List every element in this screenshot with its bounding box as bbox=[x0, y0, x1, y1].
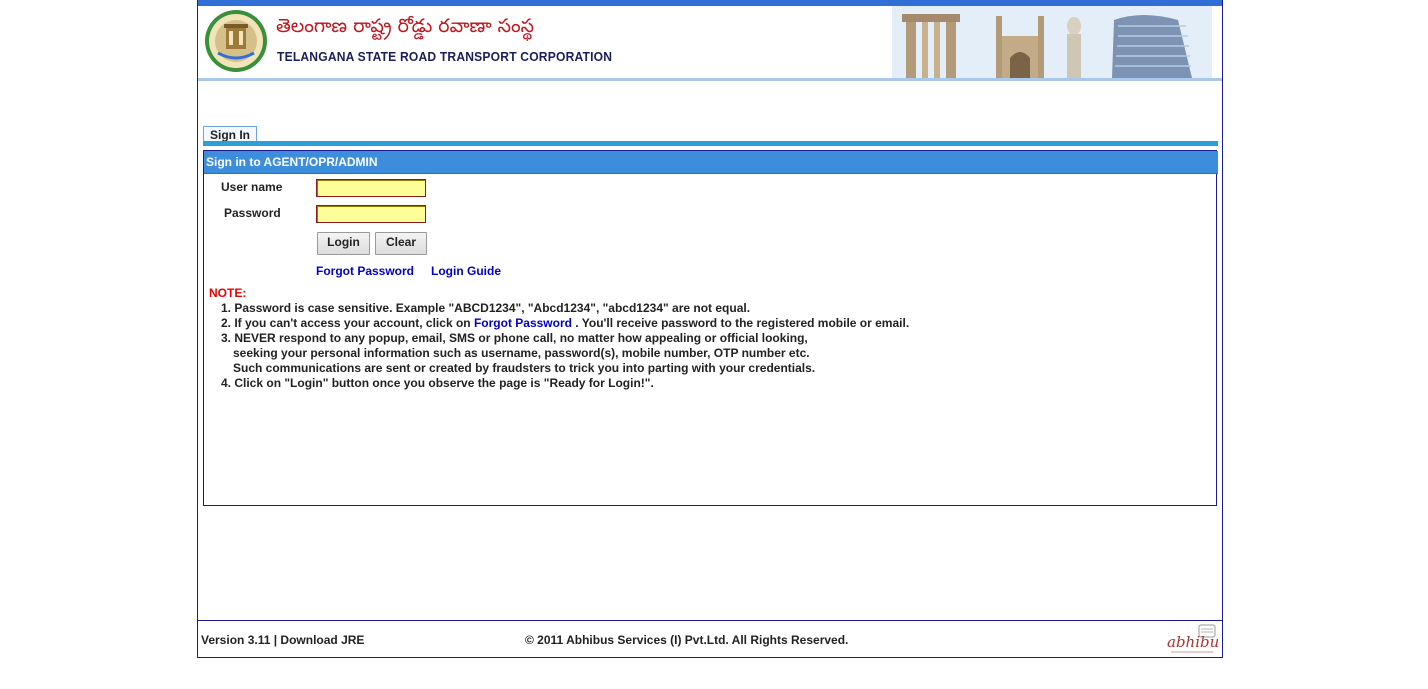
version-text: Version 3.11 bbox=[201, 633, 271, 647]
abhibus-logo-text: abhibus bbox=[1167, 633, 1219, 651]
panel-title: Sign in to AGENT/OPR/ADMIN bbox=[204, 151, 1218, 174]
footer-version: Version 3.11 | Download JRE bbox=[201, 633, 364, 647]
footer-separator: | bbox=[270, 633, 281, 647]
username-input[interactable] bbox=[316, 179, 426, 197]
note-item: 2. If you can't access your account, cli… bbox=[221, 316, 909, 331]
note-item-continued: seeking your personal information such a… bbox=[233, 346, 810, 360]
sign-in-panel: Sign in to AGENT/OPR/ADMIN User name Pas… bbox=[203, 150, 1218, 506]
abhibus-logo: abhibus bbox=[1167, 624, 1219, 653]
password-input[interactable] bbox=[316, 205, 426, 223]
note-text: 2. If you can't access your account, cli… bbox=[221, 316, 474, 330]
username-label: User name bbox=[221, 180, 283, 194]
note-title: NOTE: bbox=[209, 286, 247, 300]
note-item: 4. Click on "Login" button once you obse… bbox=[221, 376, 654, 390]
note-item: 1. Password is case sensitive. Example "… bbox=[221, 301, 751, 315]
note-item: 3. NEVER respond to any popup, email, SM… bbox=[221, 331, 808, 345]
clear-button[interactable]: Clear bbox=[375, 232, 427, 255]
copyright-text: © 2011 Abhibus Services (I) Pvt.Ltd. All… bbox=[525, 633, 849, 647]
tsrtc-seal-logo bbox=[205, 10, 267, 72]
landmarks-banner-image bbox=[892, 6, 1212, 78]
download-jre-link[interactable]: Download JRE bbox=[280, 633, 364, 647]
telugu-title: తెలంగాణ రాష్ట్ర రోడ్డు రవాణా సంస్థ bbox=[276, 15, 534, 37]
footer-divider bbox=[198, 620, 1222, 621]
header-divider bbox=[198, 78, 1222, 81]
login-guide-link[interactable]: Login Guide bbox=[431, 264, 501, 278]
notes-list: 1. Password is case sensitive. Example "… bbox=[221, 301, 909, 391]
forgot-password-link[interactable]: Forgot Password bbox=[316, 264, 414, 278]
note-text: You'll receive password to the registere… bbox=[578, 316, 910, 330]
tab-sign-in[interactable]: Sign In bbox=[203, 126, 257, 142]
note-forgot-password-link[interactable]: Forgot Password . bbox=[474, 316, 579, 330]
page-frame: తెలంగాణ రాష్ట్ర రోడ్డు రవాణా సంస్థ TELAN… bbox=[197, 0, 1223, 658]
note-item-continued: Such communications are sent or created … bbox=[233, 361, 816, 375]
english-title: TELANGANA STATE ROAD TRANSPORT CORPORATI… bbox=[277, 49, 613, 64]
password-label: Password bbox=[224, 206, 281, 220]
login-button[interactable]: Login bbox=[317, 232, 370, 255]
tab-underline bbox=[203, 141, 1218, 146]
site-header: తెలంగాణ రాష్ట్ర రోడ్డు రవాణా సంస్థ TELAN… bbox=[198, 6, 1222, 78]
